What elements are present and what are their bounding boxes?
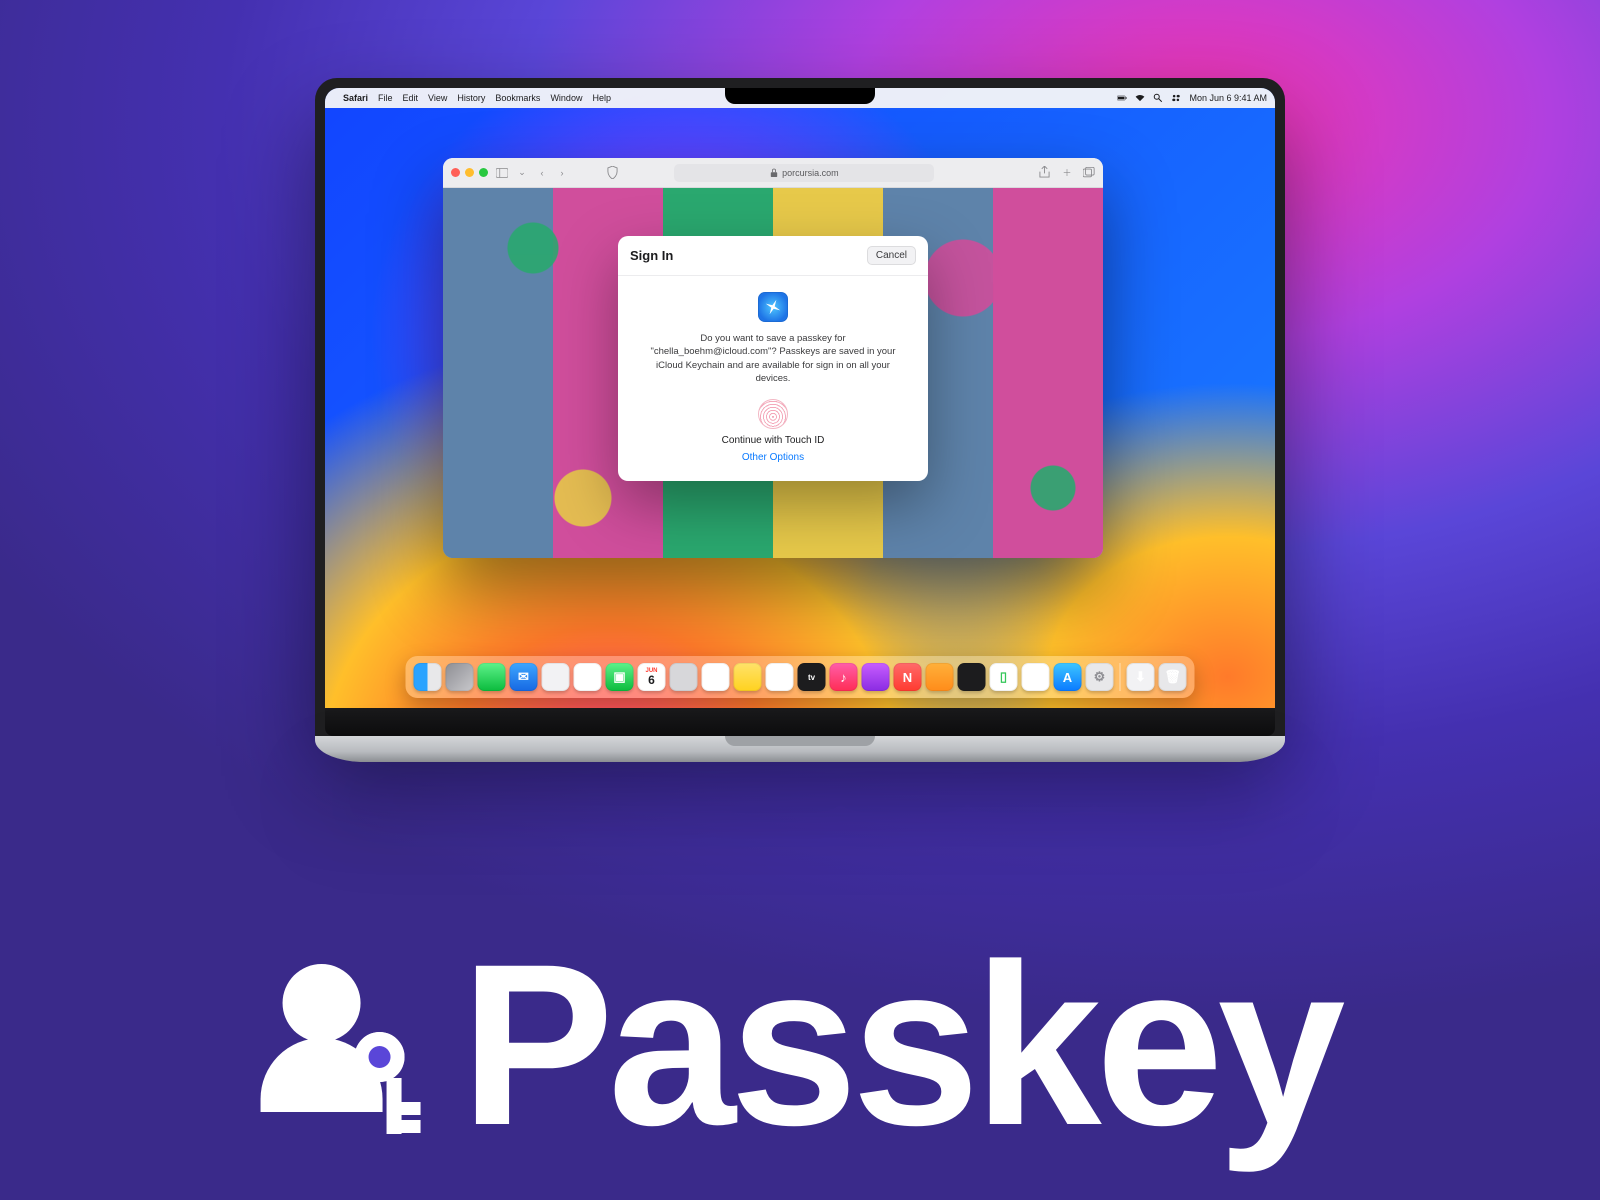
menu-bookmarks[interactable]: Bookmarks (495, 93, 540, 103)
macbook: Safari File Edit View History Bookmarks … (315, 78, 1285, 762)
dock-facetime[interactable]: ▣ (606, 663, 634, 691)
passkey-dialog: Sign In Cancel Do you want to save a pas… (618, 236, 928, 481)
zoom-window-button[interactable] (479, 168, 488, 177)
dock-tv[interactable]: tv (798, 663, 826, 691)
dialog-title: Sign In (630, 248, 673, 263)
address-bar[interactable]: porcursia.com (674, 164, 934, 182)
safari-app-icon (758, 292, 788, 322)
dock-finder[interactable] (414, 663, 442, 691)
menubar-clock[interactable]: Mon Jun 6 9:41 AM (1189, 93, 1267, 103)
safari-toolbar: ⌄ ‹ › porcursia.com (443, 158, 1103, 188)
wifi-icon[interactable] (1135, 93, 1145, 103)
dock-contacts[interactable] (670, 663, 698, 691)
control-center-icon[interactable] (1171, 93, 1181, 103)
tv-label: tv (808, 673, 815, 682)
dock-keynote[interactable] (1022, 663, 1050, 691)
safari-page-content: Sign In Cancel Do you want to save a pas… (443, 188, 1103, 558)
dock-launchpad[interactable] (446, 663, 474, 691)
dock-calendar[interactable]: JUN 6 (638, 663, 666, 691)
dock-settings[interactable]: ⚙︎ (1086, 663, 1114, 691)
hero-banner: Passkey (261, 930, 1340, 1160)
macos-desktop: Safari File Edit View History Bookmarks … (325, 88, 1275, 708)
sidebar-icon[interactable] (496, 167, 508, 179)
dock-appstore[interactable]: A (1054, 663, 1082, 691)
dock-reminders[interactable] (702, 663, 730, 691)
menu-help[interactable]: Help (592, 93, 611, 103)
dock: ✉︎ ▣ JUN 6 tv ♪ N (406, 656, 1195, 698)
dock-freeform[interactable] (766, 663, 794, 691)
dock-mail[interactable]: ✉︎ (510, 663, 538, 691)
laptop-hinge (325, 708, 1275, 736)
privacy-report-icon[interactable] (606, 167, 618, 179)
calendar-day-label: 6 (648, 674, 655, 686)
dock-notes[interactable] (734, 663, 762, 691)
dock-news[interactable]: N (894, 663, 922, 691)
hero-title: Passkey (461, 930, 1340, 1160)
tabs-icon[interactable] (1083, 167, 1095, 179)
menu-file[interactable]: File (378, 93, 393, 103)
share-icon[interactable] (1039, 167, 1051, 179)
menu-history[interactable]: History (457, 93, 485, 103)
dock-podcasts[interactable] (862, 663, 890, 691)
dock-music[interactable]: ♪ (830, 663, 858, 691)
other-options-link[interactable]: Other Options (638, 452, 908, 467)
dock-photos[interactable] (574, 663, 602, 691)
dialog-body: Do you want to save a passkey for "chell… (618, 276, 928, 481)
continue-touchid-label: Continue with Touch ID (638, 435, 908, 446)
chevron-down-icon[interactable]: ⌄ (516, 167, 528, 179)
dock-separator (1120, 663, 1121, 691)
laptop-lip-cutout (725, 736, 875, 746)
menu-window[interactable]: Window (550, 93, 582, 103)
menu-view[interactable]: View (428, 93, 447, 103)
dock-messages[interactable] (478, 663, 506, 691)
passkey-icon (261, 960, 431, 1130)
menubar-app-name[interactable]: Safari (343, 93, 368, 103)
spotlight-icon[interactable] (1153, 93, 1163, 103)
dock-downloads[interactable]: ⬇︎ (1127, 663, 1155, 691)
touchid-icon[interactable] (758, 399, 788, 429)
dock-stocks[interactable] (958, 663, 986, 691)
address-text: porcursia.com (782, 168, 839, 178)
dock-books[interactable] (926, 663, 954, 691)
battery-icon[interactable] (1117, 93, 1127, 103)
laptop-lid: Safari File Edit View History Bookmarks … (315, 78, 1285, 736)
safari-window: ⌄ ‹ › porcursia.com (443, 158, 1103, 558)
display-notch (725, 88, 875, 104)
dialog-header: Sign In Cancel (618, 236, 928, 276)
window-controls (451, 168, 488, 177)
forward-icon[interactable]: › (556, 167, 568, 179)
laptop-base (315, 736, 1285, 762)
close-window-button[interactable] (451, 168, 460, 177)
dock-numbers[interactable]: ▯ (990, 663, 1018, 691)
dock-maps[interactable] (542, 663, 570, 691)
menu-edit[interactable]: Edit (403, 93, 419, 103)
lock-icon (770, 168, 778, 178)
new-tab-icon[interactable]: ＋ (1061, 167, 1073, 179)
cancel-button[interactable]: Cancel (867, 246, 916, 265)
dock-trash[interactable]: 🗑︎ (1159, 663, 1187, 691)
minimize-window-button[interactable] (465, 168, 474, 177)
display-bezel: Safari File Edit View History Bookmarks … (325, 88, 1275, 708)
back-icon[interactable]: ‹ (536, 167, 548, 179)
dialog-message: Do you want to save a passkey for "chell… (638, 332, 908, 385)
